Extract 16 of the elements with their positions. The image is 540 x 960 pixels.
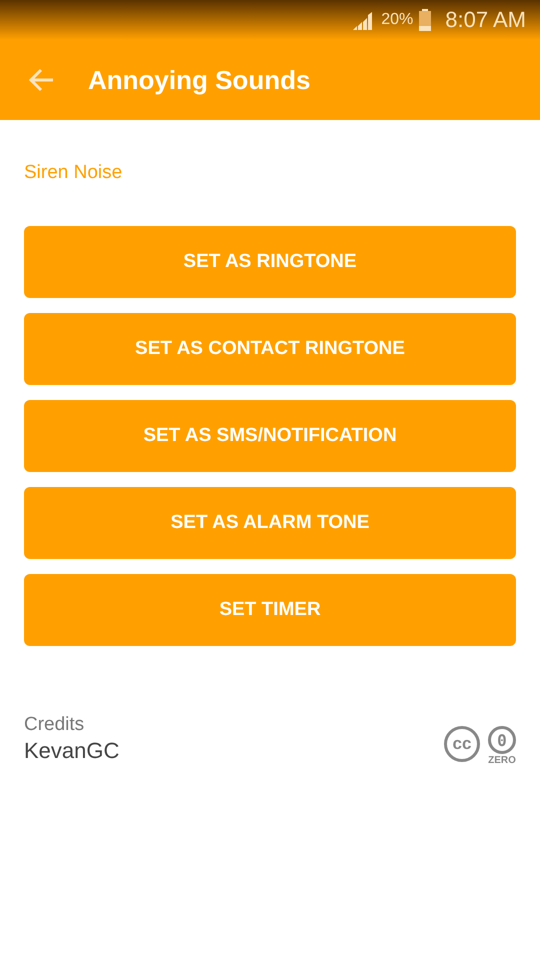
screen-title: Annoying Sounds bbox=[88, 64, 310, 96]
set-sound-button[interactable]: SET AS CONTACT RINGTONE bbox=[24, 313, 516, 385]
set-sound-button[interactable]: SET AS SMS/NOTIFICATION bbox=[24, 400, 516, 472]
battery-icon bbox=[419, 9, 432, 31]
author-name: KevanGC bbox=[24, 738, 120, 764]
cc-logo: cc bbox=[444, 726, 480, 762]
set-sound-button[interactable]: SET AS RINGTONE bbox=[24, 226, 516, 298]
sound-name: Siren Noise bbox=[24, 162, 122, 184]
back-arrow-icon[interactable] bbox=[28, 68, 54, 92]
battery-percent: 20% bbox=[381, 11, 414, 29]
set-sound-button[interactable]: SET TIMER bbox=[24, 574, 516, 646]
zero-logo: 0 bbox=[488, 726, 516, 754]
credits-label: Credits bbox=[24, 714, 86, 736]
clock: 8:07 AM bbox=[445, 7, 526, 33]
zero-label: ZERO bbox=[488, 755, 516, 766]
set-sound-button[interactable]: SET AS ALARM TONE bbox=[24, 487, 516, 559]
